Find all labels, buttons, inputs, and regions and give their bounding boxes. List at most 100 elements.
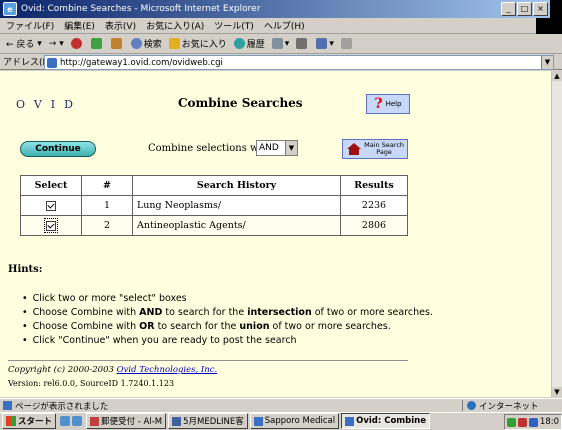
hints-list: Click two or more "select" boxes Choose … bbox=[22, 292, 433, 348]
task-label: Ovid: Combine bbox=[356, 416, 426, 426]
zone-text: インターネット bbox=[479, 401, 539, 412]
hint-item: Choose Combine with AND to search for th… bbox=[22, 306, 433, 319]
search-icon bbox=[130, 38, 142, 49]
select-cell bbox=[20, 215, 82, 236]
ie-throbber-icon bbox=[536, 18, 562, 34]
home-button[interactable] bbox=[110, 38, 124, 49]
title-bar: e Ovid: Combine Searches - Microsoft Int… bbox=[0, 0, 562, 18]
taskbar-item[interactable]: 5月MEDLINE客 bbox=[168, 413, 248, 429]
combine-operator-value: AND bbox=[259, 143, 279, 153]
tray-icon[interactable] bbox=[506, 417, 516, 427]
refresh-button[interactable] bbox=[90, 38, 104, 49]
start-button[interactable]: スタート bbox=[2, 413, 57, 429]
ie-icon bbox=[345, 416, 355, 426]
page-title: Combine Searches bbox=[178, 96, 303, 110]
page-done-icon bbox=[3, 401, 12, 410]
search-label: 検索 bbox=[143, 40, 162, 50]
header-search-history: Search History bbox=[132, 175, 341, 196]
favorites-label: お気に入り bbox=[181, 40, 227, 50]
menu-view[interactable]: 表示(V) bbox=[105, 19, 136, 32]
start-label: スタート bbox=[18, 417, 53, 427]
tray-icon[interactable] bbox=[528, 417, 538, 427]
minimize-button[interactable]: _ bbox=[501, 2, 516, 16]
hint-item: Choose Combine with OR to search for the… bbox=[22, 320, 433, 333]
forward-button[interactable]: → ▾ bbox=[49, 39, 64, 49]
favorites-button[interactable]: お気に入り bbox=[168, 37, 227, 50]
taskbar: スタート 郵便受付 - Al-M 5月MEDLINE客 Sapporo Medi… bbox=[0, 412, 562, 430]
address-bar: アドレス(D) http://gateway1.ovid.com/ovidweb… bbox=[0, 54, 562, 70]
menu-favorites[interactable]: お気に入り(A) bbox=[146, 19, 204, 32]
select-checkbox[interactable] bbox=[46, 220, 56, 231]
copyright: Copyright (c) 2000-2003 Ovid Technologie… bbox=[8, 365, 217, 375]
header-number: # bbox=[81, 175, 133, 196]
address-dropdown-icon[interactable]: ▼ bbox=[541, 56, 553, 69]
favorites-icon bbox=[168, 38, 180, 49]
taskbar-item[interactable]: 郵便受付 - Al-M bbox=[86, 413, 167, 429]
history-button[interactable]: 履歴 bbox=[233, 37, 265, 50]
help-button[interactable]: ? Help bbox=[366, 94, 410, 114]
print-icon bbox=[296, 38, 308, 49]
window-title: Ovid: Combine Searches - Microsoft Inter… bbox=[21, 4, 261, 14]
copyright-text: Copyright (c) 2000-2003 bbox=[8, 365, 117, 375]
edit-icon bbox=[316, 38, 328, 49]
quick-launch-icon[interactable] bbox=[60, 416, 71, 426]
ovid-technologies-link[interactable]: Ovid Technologies, Inc. bbox=[117, 365, 218, 375]
divider bbox=[8, 360, 408, 361]
maximize-button[interactable]: □ bbox=[517, 2, 532, 16]
web-page: OVID Combine Searches ? Help Continue Co… bbox=[0, 71, 552, 397]
page-icon bbox=[47, 57, 57, 68]
edit-button[interactable]: ▾ bbox=[316, 38, 334, 49]
back-label: ← 戻る bbox=[6, 40, 35, 50]
search-query: Lung Neoplasms/ bbox=[132, 195, 341, 216]
app-icon bbox=[172, 416, 182, 426]
select-checkbox[interactable] bbox=[46, 200, 56, 211]
hint-item: Click "Continue" when you are ready to p… bbox=[22, 334, 433, 347]
windows-flag-icon bbox=[6, 416, 16, 426]
vertical-scrollbar[interactable]: ▲ ▼ bbox=[551, 71, 562, 397]
menu-edit[interactable]: 編集(E) bbox=[64, 19, 95, 32]
header-select: Select bbox=[20, 175, 82, 196]
question-icon: ? bbox=[374, 96, 383, 112]
history-label: 履歴 bbox=[246, 40, 265, 50]
mail-button[interactable]: ▾ bbox=[271, 38, 289, 49]
taskbar-item[interactable]: Sapporo Medical bbox=[249, 413, 340, 429]
continue-button[interactable]: Continue bbox=[20, 141, 96, 157]
hints-title: Hints: bbox=[8, 264, 43, 275]
address-input[interactable]: http://gateway1.ovid.com/ovidweb.cgi ▼ bbox=[44, 55, 554, 70]
stop-icon bbox=[70, 38, 82, 49]
task-label: 5月MEDLINE客 bbox=[183, 417, 244, 427]
combine-operator-select[interactable]: AND ▼ bbox=[256, 140, 298, 156]
stop-button[interactable] bbox=[70, 38, 84, 49]
close-button[interactable]: × bbox=[533, 2, 548, 16]
main-search-page-button[interactable]: Main Search Page bbox=[342, 139, 408, 159]
table-row: 1 Lung Neoplasms/ 2236 bbox=[20, 195, 408, 216]
scroll-up-icon[interactable]: ▲ bbox=[552, 71, 562, 81]
taskbar-item-active[interactable]: Ovid: Combine bbox=[341, 413, 430, 429]
clock: 18:0 bbox=[539, 417, 559, 427]
menu-help[interactable]: ヘルプ(H) bbox=[264, 19, 305, 32]
menu-tools[interactable]: ツール(T) bbox=[214, 19, 254, 32]
tray-icon[interactable] bbox=[517, 417, 527, 427]
print-button[interactable] bbox=[296, 38, 309, 49]
home-icon bbox=[347, 143, 362, 155]
menu-bar: ファイル(F) 編集(E) 表示(V) お気に入り(A) ツール(T) ヘルプ(… bbox=[0, 18, 562, 34]
table-row: 2 Antineoplastic Agents/ 2806 bbox=[20, 215, 408, 236]
table-header-row: Select # Search History Results bbox=[20, 175, 408, 196]
select-cell bbox=[20, 195, 82, 216]
quick-launch bbox=[60, 416, 83, 426]
security-zone: インターネット bbox=[462, 400, 539, 412]
status-bar: ページが表示されました インターネット bbox=[0, 398, 562, 412]
main-search-label: Main Search Page bbox=[364, 141, 405, 156]
back-button[interactable]: ← 戻る ▾ bbox=[6, 37, 42, 51]
windows-logo-icon bbox=[550, 0, 562, 18]
quick-launch-icon[interactable] bbox=[72, 416, 83, 426]
discuss-button[interactable] bbox=[340, 38, 354, 49]
search-button[interactable]: 検索 bbox=[130, 37, 162, 50]
refresh-icon bbox=[90, 38, 102, 49]
header-results: Results bbox=[340, 175, 408, 196]
scroll-down-icon[interactable]: ▼ bbox=[552, 387, 562, 397]
hint-item: Click two or more "select" boxes bbox=[22, 292, 433, 305]
forward-label: → bbox=[48, 38, 57, 49]
menu-file[interactable]: ファイル(F) bbox=[6, 19, 54, 32]
row-number: 2 bbox=[81, 215, 133, 236]
